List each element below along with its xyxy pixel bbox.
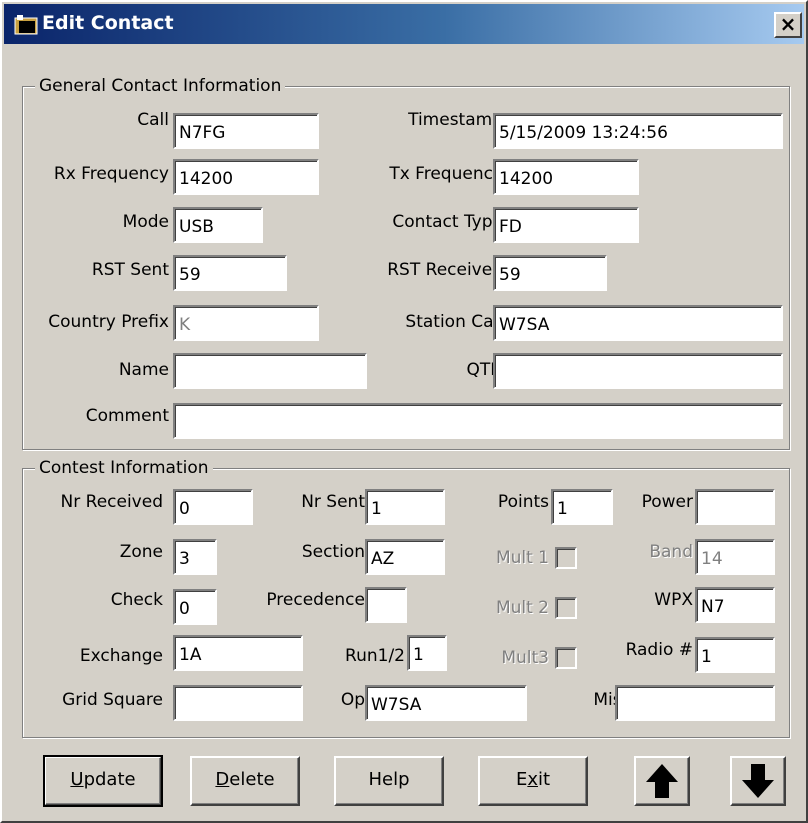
call-field[interactable]: N7FG	[173, 113, 319, 149]
help-label: Help	[368, 769, 410, 790]
title-bar[interactable]: Edit Contact ×	[4, 4, 804, 44]
close-button[interactable]: ×	[774, 12, 802, 38]
rst-sent-label: RST Sent	[91, 260, 169, 280]
general-contact-legend: General Contact Information	[35, 75, 286, 97]
exit-label-end: it	[537, 769, 551, 790]
mult3-checkbox	[555, 647, 577, 669]
power-label: Power	[641, 492, 693, 512]
rst-received-label: RST Received	[387, 260, 503, 280]
exit-button[interactable]: Exit	[478, 756, 588, 806]
delete-mnemonic: D	[215, 769, 230, 790]
grid-square-label: Grid Square	[62, 690, 163, 710]
nr-received-label: Nr Received	[60, 492, 163, 512]
radio-number-label: Radio #	[625, 640, 693, 660]
name-field[interactable]	[173, 353, 367, 389]
help-button[interactable]: Help	[334, 756, 444, 806]
rx-frequency-label: Rx Frequency	[53, 164, 169, 184]
contest-info-legend: Contest Information	[35, 457, 213, 479]
grid-square-field[interactable]	[173, 685, 303, 721]
precedence-field[interactable]	[365, 587, 407, 623]
close-icon: ×	[779, 12, 797, 36]
rst-sent-field[interactable]: 59	[173, 255, 287, 291]
mode-field[interactable]: USB	[173, 207, 263, 243]
exchange-field[interactable]: 1A	[173, 635, 303, 671]
band-label: Band	[649, 542, 693, 562]
comment-field[interactable]	[173, 403, 783, 439]
radio-number-field[interactable]: 1	[695, 637, 775, 673]
update-mnemonic: U	[70, 769, 84, 790]
nr-sent-label: Nr Sent	[301, 492, 365, 512]
call-label: Call	[137, 110, 169, 130]
delete-label: elete	[229, 769, 275, 790]
wpx-field[interactable]: N7	[695, 587, 775, 623]
update-button[interactable]: Update	[43, 755, 163, 807]
station-call-label: Station Call	[405, 312, 503, 332]
points-field[interactable]: 1	[551, 489, 613, 525]
check-label: Check	[110, 590, 163, 610]
zone-field[interactable]: 3	[173, 539, 217, 575]
nr-received-field[interactable]: 0	[173, 489, 253, 525]
contest-info-group: Contest Information Nr Received 0 Nr Sen…	[22, 457, 790, 738]
tx-frequency-label: Tx Frequency	[389, 164, 503, 184]
update-label: pdate	[83, 769, 136, 790]
comment-label: Comment	[85, 406, 169, 426]
timestamp-field[interactable]: 5/15/2009 13:24:56	[493, 113, 783, 149]
next-record-button[interactable]	[730, 756, 786, 806]
op-field[interactable]: W7SA	[365, 685, 527, 721]
previous-record-button[interactable]	[634, 756, 690, 806]
tx-frequency-field[interactable]: 14200	[493, 159, 639, 195]
delete-button[interactable]: Delete	[190, 756, 300, 806]
wpx-label: WPX	[654, 590, 693, 610]
band-field: 14	[695, 539, 775, 575]
country-prefix-field: K	[173, 305, 319, 341]
mult2-label: Mult 2	[495, 598, 549, 618]
misc-field[interactable]	[615, 685, 775, 721]
power-field[interactable]	[695, 489, 775, 525]
arrow-up-icon	[646, 764, 678, 798]
points-label: Points	[497, 492, 549, 512]
window-title: Edit Contact	[42, 12, 174, 34]
precedence-label: Precedence	[266, 590, 365, 610]
run12-field[interactable]: 1	[407, 635, 447, 671]
mult2-checkbox	[555, 597, 577, 619]
arrow-down-icon	[742, 764, 774, 798]
op-label: Op	[340, 690, 365, 710]
station-call-field[interactable]: W7SA	[493, 305, 783, 341]
exit-mnemonic: x	[527, 769, 538, 790]
qth-field[interactable]	[493, 353, 783, 389]
section-label: Section	[301, 542, 365, 562]
rx-frequency-field[interactable]: 14200	[173, 159, 319, 195]
nr-sent-field[interactable]: 1	[365, 489, 445, 525]
exchange-label: Exchange	[79, 646, 163, 666]
rst-received-field[interactable]: 59	[493, 255, 607, 291]
timestamp-label: Timestamp	[408, 110, 503, 130]
mode-label: Mode	[122, 212, 169, 232]
check-field[interactable]: 0	[173, 589, 217, 625]
section-field[interactable]: AZ	[365, 539, 445, 575]
contact-type-field[interactable]: FD	[493, 207, 639, 243]
mult1-label: Mult 1	[495, 548, 549, 568]
run12-label: Run1/2	[345, 646, 405, 666]
country-prefix-label: Country Prefix	[48, 312, 169, 332]
zone-label: Zone	[119, 542, 163, 562]
mult3-label: Mult3	[501, 648, 549, 668]
mult1-checkbox	[555, 547, 577, 569]
window-app-icon	[14, 15, 38, 35]
name-label: Name	[118, 360, 169, 380]
general-contact-group: General Contact Information Call N7FG Ti…	[22, 75, 790, 450]
edit-contact-window: Edit Contact × General Contact Informati…	[0, 0, 808, 823]
contact-type-label: Contact Type	[392, 212, 503, 232]
exit-label-start: E	[515, 769, 528, 790]
